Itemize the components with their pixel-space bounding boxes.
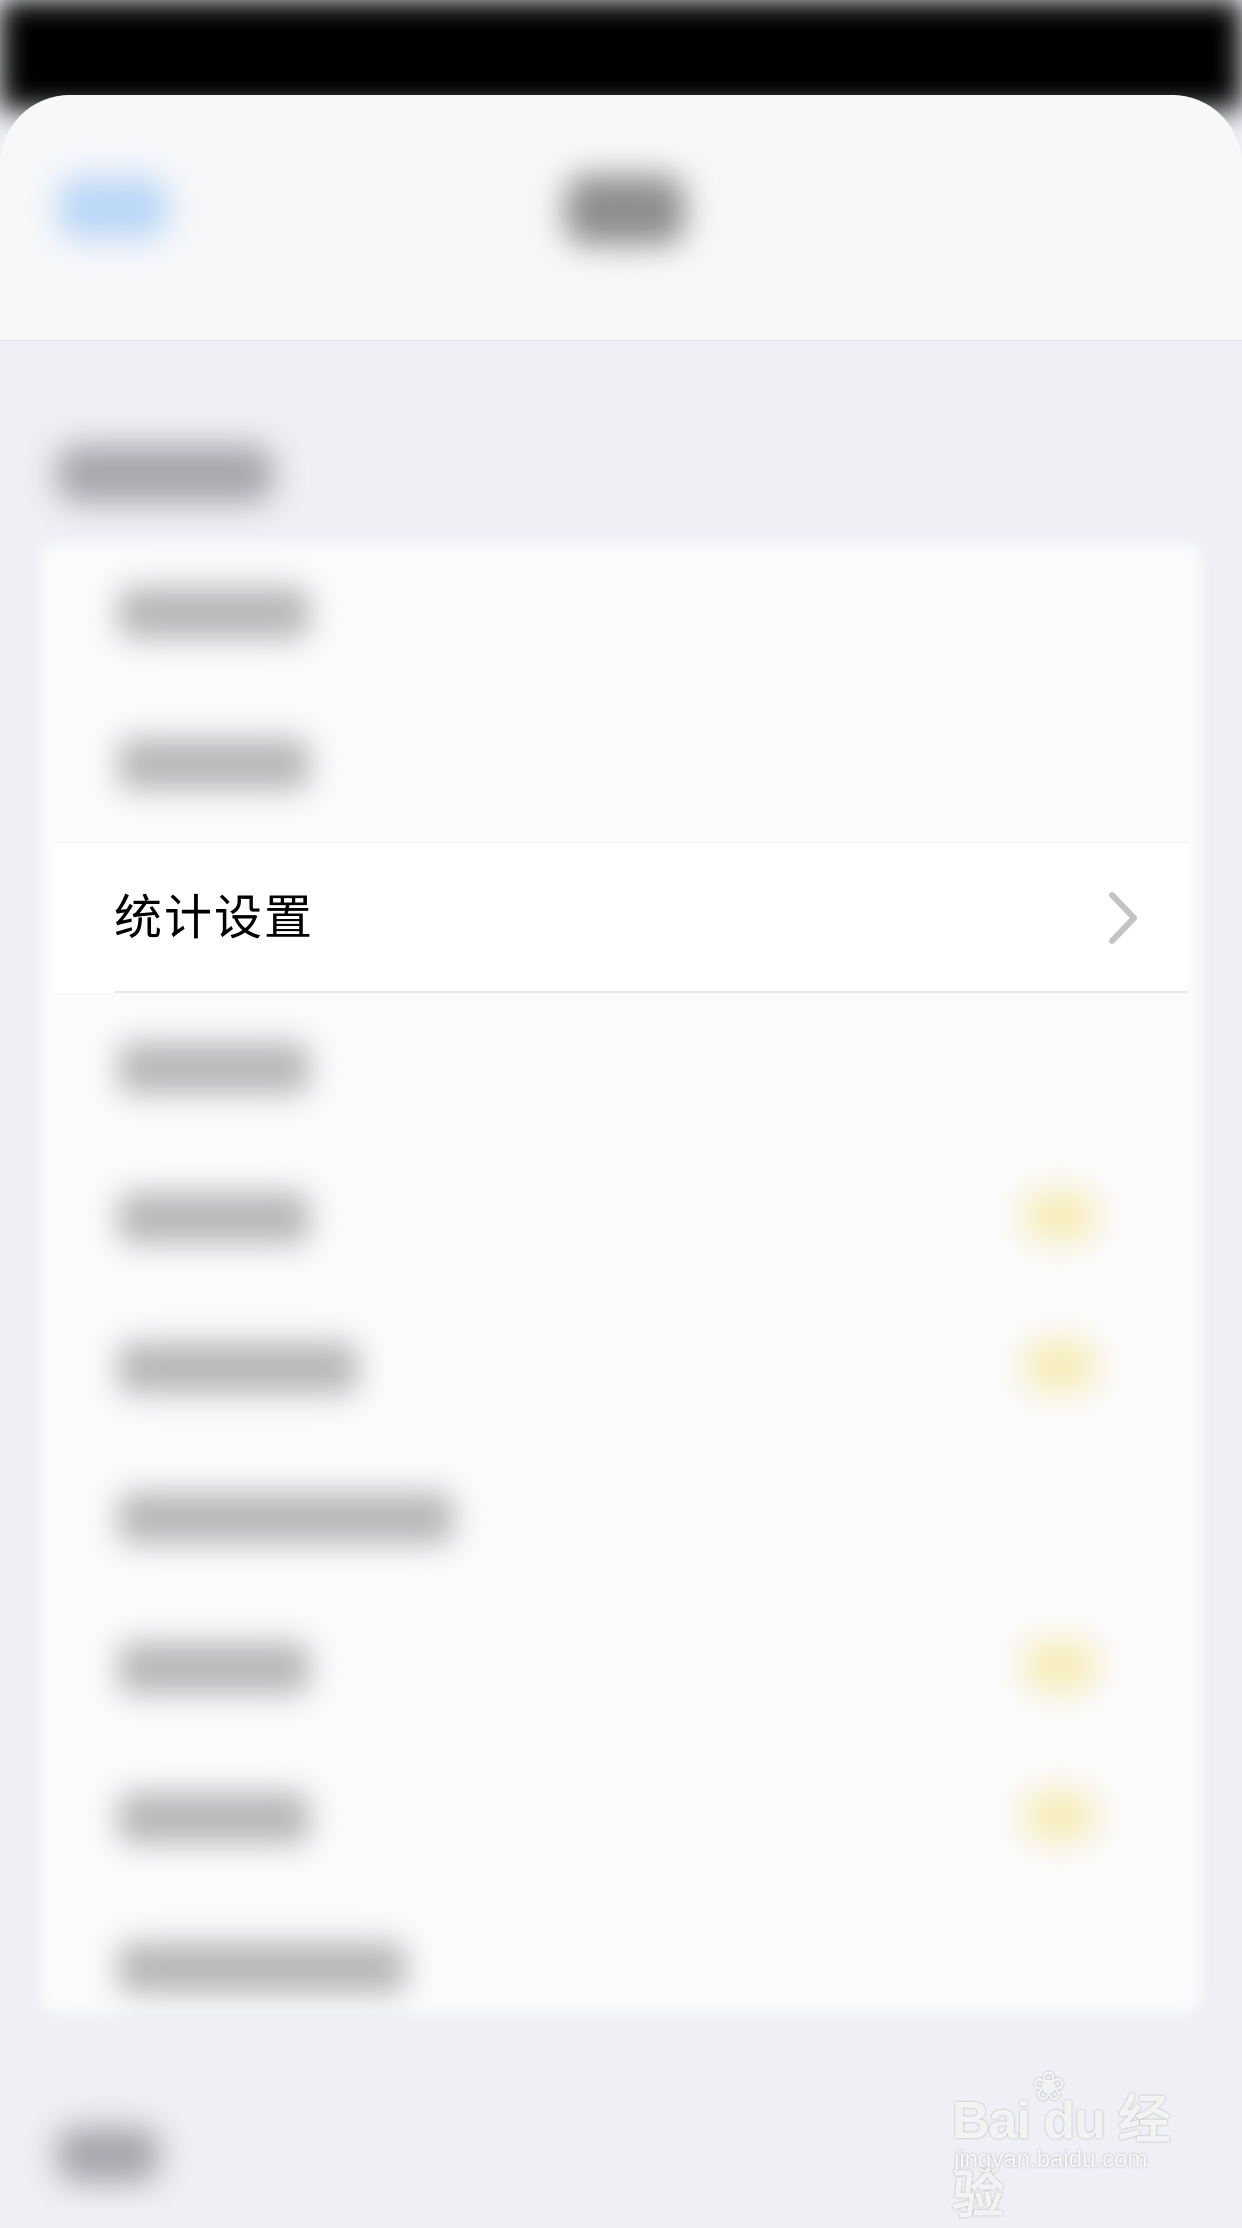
chevron-right-icon xyxy=(1109,892,1137,944)
baidu-watermark: Bai du 经验 ❀ jingyan.baidu.com xyxy=(952,2064,1192,2225)
paw-icon: ❀ xyxy=(1032,2064,1066,2110)
navigation-bar xyxy=(0,95,1242,341)
row-separator xyxy=(114,991,1188,993)
blurred-row-label[interactable] xyxy=(118,738,310,790)
blurred-row-label[interactable] xyxy=(118,1192,310,1244)
blurred-toggle[interactable] xyxy=(1022,1790,1098,1842)
settings-sheet xyxy=(0,95,1242,2208)
nav-title xyxy=(565,175,685,245)
blurred-toggle[interactable] xyxy=(1022,1190,1098,1242)
back-button[interactable] xyxy=(58,177,168,239)
blurred-toggle[interactable] xyxy=(1022,1340,1098,1392)
blurred-row-label[interactable] xyxy=(118,1492,454,1544)
section-header xyxy=(56,445,274,503)
row-label: 统计设置 xyxy=(114,890,315,946)
blurred-row-label[interactable] xyxy=(118,1942,406,1994)
watermark-url: jingyan.baidu.com xyxy=(954,2146,1148,2173)
blurred-row-label[interactable] xyxy=(118,1792,310,1844)
section-header xyxy=(56,2127,160,2183)
blurred-row-label[interactable] xyxy=(118,1342,358,1394)
blurred-row-label[interactable] xyxy=(118,587,310,639)
blurred-row-label[interactable] xyxy=(118,1042,310,1094)
statistics-settings-row[interactable]: 统计设置 xyxy=(54,842,1188,993)
status-bar xyxy=(0,0,1242,110)
blurred-row-label[interactable] xyxy=(118,1642,310,1694)
blurred-toggle[interactable] xyxy=(1022,1640,1098,1692)
